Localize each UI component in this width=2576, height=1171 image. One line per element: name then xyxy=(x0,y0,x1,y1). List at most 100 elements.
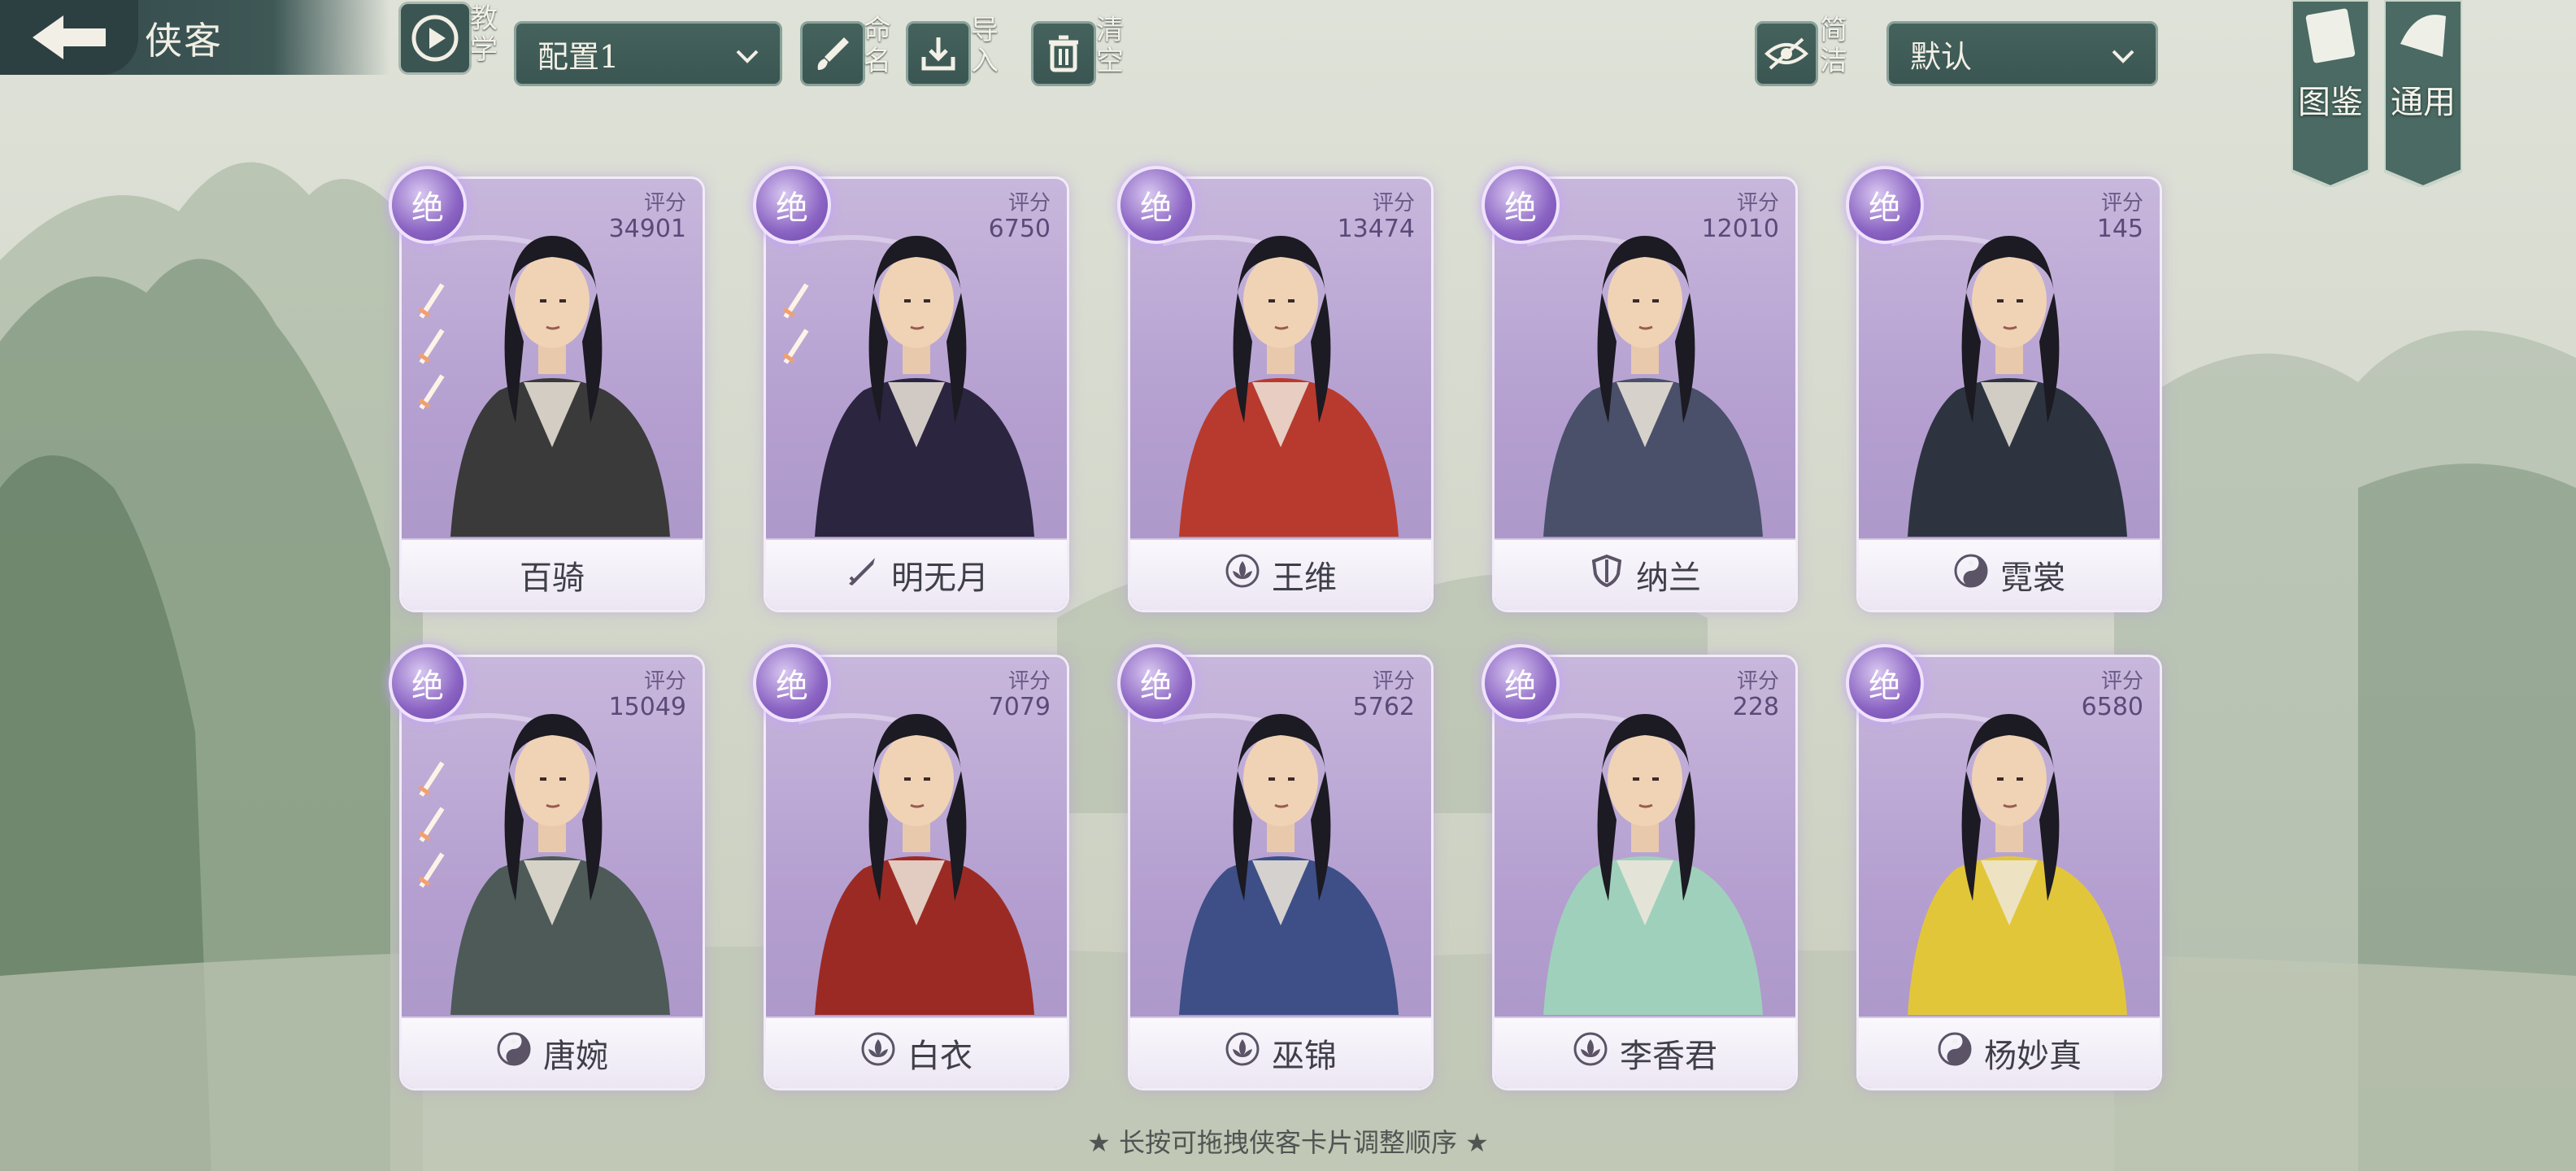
hero-name-bar: 霓裳 xyxy=(1859,538,2160,610)
sort-select[interactable]: 默认 xyxy=(1886,21,2158,86)
hero-name: 杨妙真 xyxy=(1984,1038,2082,1075)
hero-name: 百骑 xyxy=(520,559,585,597)
hero-card[interactable]: 评分 12010 纳兰 绝 xyxy=(1482,166,1795,610)
card-frame: 评分 6750 明无月 xyxy=(766,179,1067,610)
rename-label: 命名 xyxy=(864,14,891,77)
hero-card[interactable]: 评分 6580 杨妙真 绝 xyxy=(1846,644,2160,1088)
arrow-left-icon xyxy=(33,15,106,59)
star-swords-icon xyxy=(782,283,809,364)
hero-name-bar: 白衣 xyxy=(766,1016,1067,1088)
gallery-button[interactable]: 图鉴 xyxy=(2290,0,2371,189)
score-label: 评分 xyxy=(1007,191,1051,215)
hero-name: 李香君 xyxy=(1620,1038,1717,1075)
hero-card[interactable]: 评分 5762 巫锦 绝 xyxy=(1117,644,1431,1088)
general-label: 通用 xyxy=(2391,84,2456,121)
lotus-icon xyxy=(860,1031,896,1075)
score-value: 6580 xyxy=(2081,693,2143,721)
hero-card[interactable]: 评分 145 霓裳 绝 xyxy=(1846,166,2160,610)
hero-name: 王维 xyxy=(1272,559,1337,597)
hero-card[interactable]: 评分 34901 百骑 绝 xyxy=(389,166,703,610)
config-select[interactable]: 配置1 xyxy=(514,21,782,86)
import-label: 导入 xyxy=(971,14,999,77)
simple-view-button[interactable] xyxy=(1755,21,1818,86)
hero-name-bar: 杨妙真 xyxy=(1859,1016,2160,1088)
sort-select-value: 默认 xyxy=(1910,38,1973,75)
hero-name-bar: 唐婉 xyxy=(402,1016,703,1088)
brush-icon xyxy=(817,37,849,70)
score-value: 228 xyxy=(1732,693,1779,721)
tutorial-button[interactable]: 教学 xyxy=(398,0,498,75)
score-label: 评分 xyxy=(1736,669,1779,694)
hero-name: 白衣 xyxy=(907,1038,973,1075)
general-button[interactable]: 通用 xyxy=(2382,0,2464,189)
rank-badge: 绝 xyxy=(1846,644,1924,722)
chevron-down-icon xyxy=(2112,50,2134,63)
card-frame: 评分 228 李香君 xyxy=(1495,657,1795,1088)
score-value: 12010 xyxy=(1701,215,1779,243)
hero-card[interactable]: 评分 6750 明无月 绝 xyxy=(753,166,1067,610)
hero-name-bar: 纳兰 xyxy=(1495,538,1795,610)
card-frame: 评分 6580 杨妙真 xyxy=(1859,657,2160,1088)
hero-name: 霓裳 xyxy=(2000,559,2065,597)
gallery-label: 图鉴 xyxy=(2298,84,2363,121)
lotus-icon xyxy=(1225,553,1260,597)
yinyang-icon xyxy=(1953,553,1989,597)
hero-card[interactable]: 评分 7079 白衣 绝 xyxy=(753,644,1067,1088)
card-frame: 评分 13474 王维 xyxy=(1130,179,1431,610)
rank-badge: 绝 xyxy=(753,166,831,244)
clear-button[interactable] xyxy=(1031,21,1096,86)
score-value: 15049 xyxy=(608,693,686,721)
import-icon xyxy=(921,37,955,71)
hero-name-bar: 李香君 xyxy=(1495,1016,1795,1088)
back-button[interactable] xyxy=(0,0,138,75)
hero-name-bar: 王维 xyxy=(1130,538,1431,610)
play-icon xyxy=(398,2,472,75)
yinyang-icon xyxy=(1937,1031,1973,1075)
score-label: 评分 xyxy=(2100,191,2143,215)
score-label: 评分 xyxy=(643,191,686,215)
score-label: 评分 xyxy=(1736,191,1779,215)
rank-badge: 绝 xyxy=(389,166,467,244)
card-frame: 评分 145 霓裳 xyxy=(1859,179,2160,610)
score-value: 145 xyxy=(2096,215,2143,243)
rank-badge: 绝 xyxy=(389,644,467,722)
hero-name-bar: 百骑 xyxy=(402,538,703,610)
import-button[interactable] xyxy=(906,21,971,86)
hero-card[interactable]: 评分 228 李香君 绝 xyxy=(1482,644,1795,1088)
lotus-icon xyxy=(1225,1031,1260,1075)
score-label: 评分 xyxy=(1007,669,1051,694)
eye-slash-icon xyxy=(1764,37,1808,70)
hero-name: 纳兰 xyxy=(1636,559,1701,597)
card-frame: 评分 15049 唐婉 xyxy=(402,657,703,1088)
rank-badge: 绝 xyxy=(1117,166,1195,244)
trash-icon xyxy=(1049,35,1078,72)
hero-name: 唐婉 xyxy=(543,1038,608,1075)
chevron-down-icon xyxy=(736,50,759,63)
lotus-icon xyxy=(1573,1031,1608,1075)
drag-hint: ★ 长按可拖拽侠客卡片调整顺序 ★ xyxy=(1087,1127,1489,1158)
score-value: 5762 xyxy=(1352,693,1415,721)
page-title: 侠客 xyxy=(145,19,223,63)
card-frame: 评分 34901 百骑 xyxy=(402,179,703,610)
hero-card[interactable]: 评分 13474 王维 绝 xyxy=(1117,166,1431,610)
score-label: 评分 xyxy=(643,669,686,694)
score-label: 评分 xyxy=(1372,669,1415,694)
hero-card[interactable]: 评分 15049 唐婉 绝 xyxy=(389,644,703,1088)
tutorial-label: 教学 xyxy=(470,2,498,66)
shield-icon xyxy=(1589,553,1625,597)
clear-label: 清空 xyxy=(1096,14,1124,77)
rename-button[interactable] xyxy=(800,21,865,86)
rank-badge: 绝 xyxy=(1482,644,1560,722)
score-value: 34901 xyxy=(608,215,686,243)
simple-view-label: 简洁 xyxy=(1820,14,1847,77)
hero-name: 巫锦 xyxy=(1272,1038,1337,1075)
yinyang-icon xyxy=(496,1031,532,1075)
hero-name: 明无月 xyxy=(891,559,989,597)
rank-badge: 绝 xyxy=(1482,166,1560,244)
config-select-value: 配置1 xyxy=(537,38,620,75)
card-frame: 评分 12010 纳兰 xyxy=(1495,179,1795,610)
score-value: 6750 xyxy=(988,215,1051,243)
rank-badge: 绝 xyxy=(753,644,831,722)
hero-name-bar: 明无月 xyxy=(766,538,1067,610)
hero-name-bar: 巫锦 xyxy=(1130,1016,1431,1088)
